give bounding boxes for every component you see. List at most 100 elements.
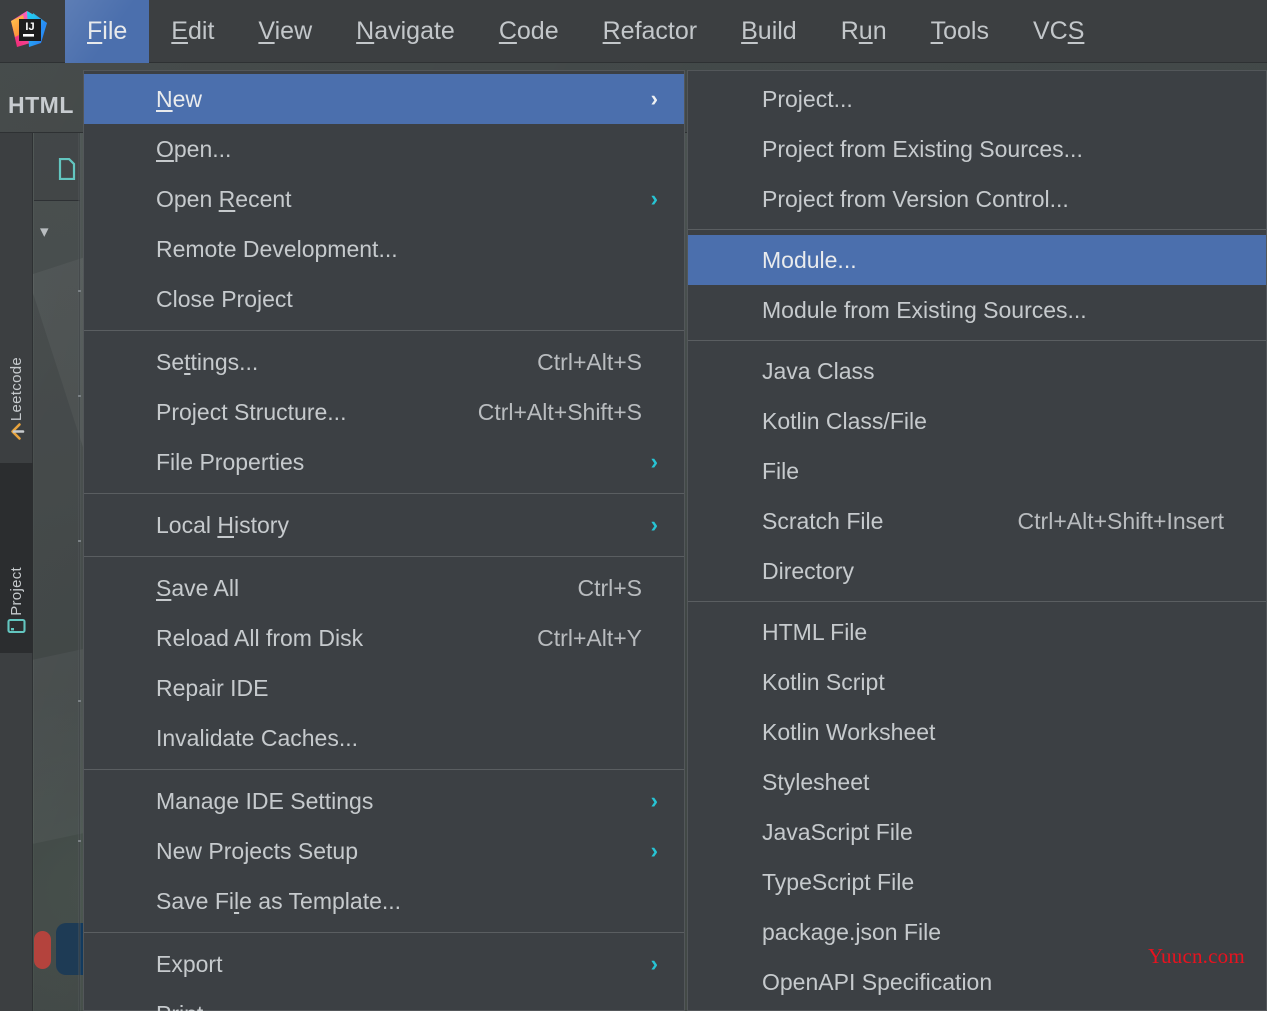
menubar-item-vcs[interactable]: VCS: [1011, 0, 1106, 63]
file-menu-item-save-all[interactable]: Save All Ctrl+S: [84, 563, 684, 613]
file-menu-item-settings[interactable]: Settings... Ctrl+Alt+S: [84, 337, 684, 387]
file-menu-item-new-projects-setup[interactable]: New Projects Setup ›: [84, 826, 684, 876]
menubar-item-label: Edit: [171, 16, 215, 45]
new-submenu-item-stylesheet[interactable]: Stylesheet: [688, 757, 1266, 807]
menu-item-label: Swagger UI Resource: [762, 1007, 987, 1011]
sidebar-item-leetcode-label: Leetcode: [8, 356, 25, 421]
menubar-item-label: Run: [840, 16, 887, 45]
menu-separator: [688, 340, 1266, 341]
file-menu-item-close-project[interactable]: Close Project: [84, 274, 684, 324]
file-menu-item-invalidate-caches[interactable]: Invalidate Caches...: [84, 713, 684, 763]
new-submenu-item-scratch-file[interactable]: Scratch File Ctrl+Alt+Shift+Insert: [688, 496, 1266, 546]
menubar-item-view[interactable]: View: [236, 0, 334, 63]
menubar-item-edit[interactable]: Edit: [149, 0, 236, 63]
file-menu-item-print[interactable]: Print...: [84, 989, 684, 1011]
menu-item-label: Save All: [156, 574, 240, 601]
menu-item-label: File: [762, 457, 800, 484]
menu-item-label: Kotlin Script: [762, 668, 885, 695]
menu-item-label: Manage IDE Settings: [156, 787, 374, 814]
menu-item-label: HTML File: [762, 618, 868, 645]
menubar-item-run[interactable]: Run: [819, 0, 909, 63]
menu-item-label: Module...: [762, 246, 857, 273]
file-menu-item-project-structure[interactable]: Project Structure... Ctrl+Alt+Shift+S: [84, 387, 684, 437]
menu-item-label: OpenAPI Specification: [762, 968, 993, 995]
menubar-item-label: Code: [498, 16, 559, 45]
menu-item-label: Scratch File: [762, 507, 884, 534]
sidebar-item-leetcode[interactable]: Leetcode: [0, 268, 33, 458]
menu-item-shortcut: Ctrl+Alt+S: [537, 348, 642, 375]
menu-item-shortcut: Ctrl+Alt+Shift+Insert: [1017, 507, 1224, 534]
editor-gutter: [34, 133, 80, 1011]
menu-item-label: package.json File: [762, 918, 941, 945]
file-menu-item-reload-all-from-disk[interactable]: Reload All from Disk Ctrl+Alt+Y: [84, 613, 684, 663]
menu-item-label: Stylesheet: [762, 768, 870, 795]
new-submenu-item-html-file[interactable]: HTML File: [688, 607, 1266, 657]
menubar-item-refactor[interactable]: Refactor: [581, 0, 720, 63]
menu-item-label: TypeScript File: [762, 868, 915, 895]
menubar-item-label: Navigate: [356, 16, 455, 45]
file-menu-item-new[interactable]: New ›: [84, 74, 684, 124]
new-submenu-item-file[interactable]: File: [688, 446, 1266, 496]
chevron-right-icon: ›: [650, 838, 658, 863]
menu-item-label: Export: [156, 950, 223, 977]
menubar-item-code[interactable]: Code: [477, 0, 581, 63]
svg-text:IJ: IJ: [25, 21, 34, 33]
menu-separator: [84, 769, 684, 770]
menu-item-label: Project from Version Control...: [762, 185, 1069, 212]
menubar-item-tools[interactable]: Tools: [909, 0, 1011, 63]
menu-item-label: Remote Development...: [156, 235, 398, 262]
watermark-label: Yuucn.com: [1148, 944, 1245, 968]
menu-item-label: Settings...: [156, 348, 259, 375]
new-submenu-item-project-from-version-control[interactable]: Project from Version Control...: [688, 174, 1266, 224]
menubar-item-build[interactable]: Build: [719, 0, 819, 63]
sidebar-item-project-label: Project: [8, 567, 25, 616]
editor-scrollbar-rail[interactable]: [78, 133, 81, 1011]
new-submenu-item-module-from-existing-sources[interactable]: Module from Existing Sources...: [688, 285, 1266, 335]
new-submenu-item-javascript-file[interactable]: JavaScript File: [688, 807, 1266, 857]
chevron-down-icon[interactable]: ▾: [40, 222, 49, 242]
file-menu-item-local-history[interactable]: Local History ›: [84, 500, 684, 550]
file-tab-icon: [58, 158, 76, 180]
new-submenu-item-java-class[interactable]: Java Class: [688, 346, 1266, 396]
new-submenu-item-directory[interactable]: Directory: [688, 546, 1266, 596]
menu-item-label: Kotlin Worksheet: [762, 718, 936, 745]
menubar-item-file[interactable]: File: [65, 0, 150, 63]
menu-item-label: Project...: [762, 85, 853, 112]
menu-item-label: Invalidate Caches...: [156, 724, 359, 751]
file-menu-item-manage-ide-settings[interactable]: Manage IDE Settings ›: [84, 776, 684, 826]
menu-item-label: Java Class: [762, 357, 875, 384]
file-menu-item-repair-ide[interactable]: Repair IDE: [84, 663, 684, 713]
file-menu-item-file-properties[interactable]: File Properties ›: [84, 437, 684, 487]
file-menu-item-open[interactable]: Open...: [84, 124, 684, 174]
menu-item-label: New: [156, 85, 203, 112]
file-menu-item-export[interactable]: Export ›: [84, 939, 684, 989]
new-submenu-item-module[interactable]: Module...: [688, 235, 1266, 285]
new-submenu-item-swagger-ui-resource[interactable]: Swagger UI Resource: [688, 1007, 1266, 1011]
file-menu-item-remote-development[interactable]: Remote Development...: [84, 224, 684, 274]
menu-separator: [84, 330, 684, 331]
new-submenu-dropdown: Project... Project from Existing Sources.…: [687, 70, 1267, 1011]
chevron-right-icon: ›: [650, 86, 658, 111]
chevron-right-icon: ›: [650, 951, 658, 976]
new-submenu-item-typescript-file[interactable]: TypeScript File: [688, 857, 1266, 907]
new-submenu-item-project[interactable]: Project...: [688, 74, 1266, 124]
new-submenu-item-kotlin-class-file[interactable]: Kotlin Class/File: [688, 396, 1266, 446]
file-menu-item-save-file-as-template[interactable]: Save File as Template...: [84, 876, 684, 926]
file-menu-item-open-recent[interactable]: Open Recent ›: [84, 174, 684, 224]
chevron-right-icon: ›: [650, 788, 658, 813]
menu-item-label: Module from Existing Sources...: [762, 296, 1087, 323]
new-submenu-item-kotlin-worksheet[interactable]: Kotlin Worksheet: [688, 707, 1266, 757]
file-menu-dropdown: New › Open... Open Recent › Remote Developmen…: [83, 70, 685, 1011]
main-menu-bar: IJ File Edit View Navigate Code Refactor Build…: [0, 0, 1267, 63]
menu-item-label: File Properties: [156, 448, 305, 475]
menu-item-label: Open...: [156, 135, 232, 162]
project-icon: [6, 616, 27, 641]
menu-item-label: Repair IDE: [156, 674, 269, 701]
sidebar-item-project[interactable]: Project: [0, 463, 33, 653]
new-submenu-item-project-from-existing-sources[interactable]: Project from Existing Sources...: [688, 124, 1266, 174]
new-submenu-item-kotlin-script[interactable]: Kotlin Script: [688, 657, 1266, 707]
chevron-right-icon: ›: [650, 186, 658, 211]
menu-separator: [84, 493, 684, 494]
menubar-item-label: Refactor: [602, 16, 698, 45]
menubar-item-navigate[interactable]: Navigate: [334, 0, 477, 63]
